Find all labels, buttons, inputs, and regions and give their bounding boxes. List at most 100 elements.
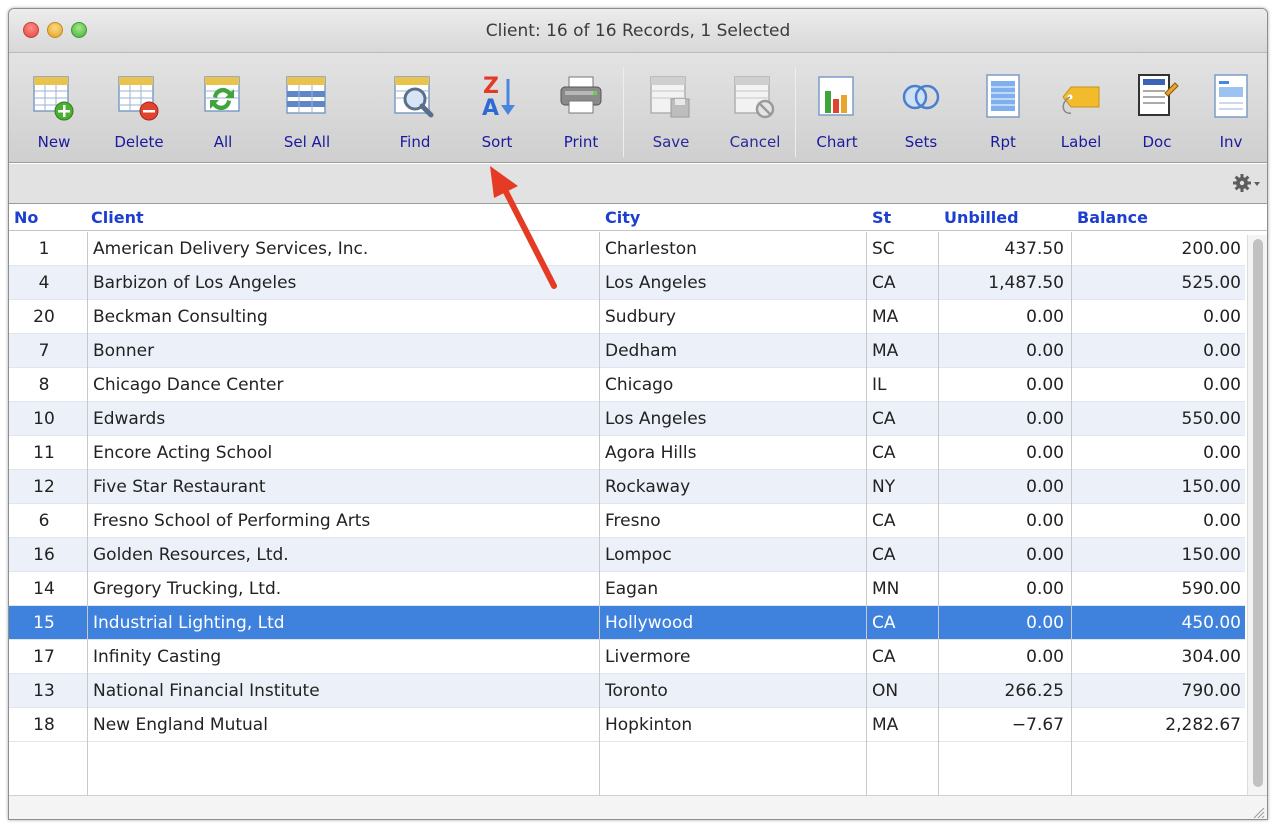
table-row[interactable]: 7 Bonner Dedham MA 0.00 0.00	[9, 334, 1245, 368]
cell-no: 8	[38, 375, 50, 395]
cell-unbilled: 0.00	[1026, 511, 1064, 531]
invoice-button-label: Inv	[1219, 133, 1243, 151]
table-row[interactable]: 17 Infinity Casting Livermore CA 0.00 304.00	[9, 640, 1245, 674]
title-bar[interactable]: Client: 16 of 16 Records, 1 Selected	[9, 9, 1267, 53]
cell-unbilled: 0.00	[1026, 443, 1064, 463]
table-row[interactable]: 20 Beckman Consulting Sudbury MA 0.00 0.00	[9, 300, 1245, 334]
resize-grip-icon[interactable]	[1251, 805, 1265, 819]
cell-city: Agora Hills	[605, 443, 697, 463]
table-row[interactable]: 11 Encore Acting School Agora Hills CA 0.00 0…	[9, 436, 1245, 470]
table-row[interactable]: 6 Fresno School of Performing Arts Fresno C…	[9, 504, 1245, 538]
cell-no: 16	[33, 545, 55, 565]
delete-button-label: Delete	[114, 133, 164, 151]
table-row[interactable]: 16 Golden Resources, Ltd. Lompoc CA 0.00 150.…	[9, 538, 1245, 572]
cell-balance: 0.00	[1203, 341, 1241, 361]
sets-icon	[902, 84, 940, 110]
cell-city: Chicago	[605, 375, 674, 395]
cell-unbilled: 0.00	[1026, 579, 1064, 599]
scrollbar-thumb[interactable]	[1253, 239, 1263, 787]
cell-balance: 0.00	[1203, 375, 1241, 395]
show-all-icon	[204, 76, 240, 112]
table-row[interactable]: 4 Barbizon of Los Angeles Los Angeles CA 1,4…	[9, 266, 1245, 300]
table-header: No Client City St Unbilled Balance	[9, 205, 1267, 231]
invoice-icon	[1214, 74, 1248, 118]
cancel-button[interactable]: Cancel	[717, 63, 793, 159]
column-header-client[interactable]: Client	[91, 208, 144, 227]
report-button[interactable]: Rpt	[965, 63, 1041, 159]
find-button-label: Find	[399, 133, 431, 151]
cell-state: CA	[872, 409, 896, 429]
column-header-city[interactable]: City	[605, 208, 640, 227]
table-row[interactable]: 13 National Financial Institute Toronto ON 2…	[9, 674, 1245, 708]
save-button[interactable]: Save	[633, 63, 709, 159]
vertical-scrollbar[interactable]	[1247, 235, 1267, 795]
new-button[interactable]: New	[16, 63, 92, 159]
cell-client: Golden Resources, Ltd.	[93, 545, 289, 565]
new-record-icon	[33, 76, 74, 121]
delete-button[interactable]: Delete	[101, 63, 177, 159]
select-all-button[interactable]: Sel All	[269, 63, 345, 159]
all-button-label: All	[213, 133, 233, 151]
doc-button-label: Doc	[1142, 133, 1172, 151]
cell-city: Livermore	[605, 647, 691, 667]
cell-state: CA	[872, 647, 896, 667]
find-button[interactable]: Find	[377, 63, 453, 159]
column-header-unbilled[interactable]: Unbilled	[944, 208, 1019, 227]
cell-balance: 150.00	[1181, 545, 1241, 565]
cell-state: ON	[872, 681, 899, 701]
cell-balance: 0.00	[1203, 511, 1241, 531]
table-row[interactable]: 10 Edwards Los Angeles CA 0.00 550.00	[9, 402, 1245, 436]
cell-state: MA	[872, 715, 899, 735]
cell-client: Chicago Dance Center	[93, 375, 284, 395]
cell-balance: 0.00	[1203, 307, 1241, 327]
cell-unbilled: −7.67	[1011, 715, 1064, 735]
print-button[interactable]: Print	[543, 63, 619, 159]
label-button-label: Label	[1060, 133, 1102, 151]
column-header-state[interactable]: St	[872, 208, 891, 227]
column-divider	[1071, 232, 1072, 797]
cell-city: Los Angeles	[605, 273, 707, 293]
select-all-icon	[286, 76, 326, 114]
cell-unbilled: 0.00	[1026, 647, 1064, 667]
label-button[interactable]: Label	[1043, 63, 1119, 159]
gear-icon[interactable]	[1231, 171, 1261, 195]
cell-state: NY	[872, 477, 896, 497]
cell-city: Rockaway	[605, 477, 691, 497]
chart-icon	[818, 76, 854, 116]
report-button-label: Rpt	[990, 133, 1016, 151]
sort-button[interactable]: Z A Sort	[459, 63, 535, 159]
cell-no: 18	[33, 715, 55, 735]
save-button-label: Save	[652, 133, 690, 151]
table-row-selected[interactable]: 15 Industrial Lighting, Ltd Hollywood CA 0.0…	[9, 606, 1245, 640]
cell-city: Dedham	[605, 341, 678, 361]
invoice-button[interactable]: Inv	[1193, 63, 1267, 159]
table-row[interactable]: 18 New England Mutual Hopkinton MA −7.67 2,28…	[9, 708, 1245, 742]
cell-unbilled: 0.00	[1026, 409, 1064, 429]
toolbar: New Delete All Sel All Find Z A Sort Pri…	[9, 53, 1267, 163]
cell-unbilled: 0.00	[1026, 545, 1064, 565]
cell-client: Barbizon of Los Angeles	[93, 273, 297, 293]
doc-button[interactable]: Doc	[1119, 63, 1195, 159]
client-window: Client: 16 of 16 Records, 1 Selected New	[8, 8, 1268, 820]
chart-button[interactable]: Chart	[799, 63, 875, 159]
cell-no: 11	[33, 443, 55, 463]
column-header-no[interactable]: No	[14, 208, 38, 227]
cancel-button-label: Cancel	[729, 133, 781, 151]
column-header-balance[interactable]: Balance	[1077, 208, 1148, 227]
cell-client: Gregory Trucking, Ltd.	[93, 579, 282, 599]
label-tag-icon	[1062, 86, 1100, 114]
cell-client: Infinity Casting	[93, 647, 222, 667]
sort-button-label: Sort	[481, 133, 513, 151]
table-row[interactable]: 12 Five Star Restaurant Rockaway NY 0.00 150.…	[9, 470, 1245, 504]
table-row[interactable]: 1 American Delivery Services, Inc. Charles…	[9, 232, 1245, 266]
table-row[interactable]: 8 Chicago Dance Center Chicago IL 0.00 0.00	[9, 368, 1245, 402]
all-button[interactable]: All	[185, 63, 261, 159]
status-footer	[9, 795, 1267, 819]
cell-no: 4	[38, 273, 50, 293]
cell-no: 6	[38, 511, 50, 531]
chart-button-label: Chart	[816, 133, 858, 151]
table-row[interactable]: 14 Gregory Trucking, Ltd. Eagan MN 0.00 590.0…	[9, 572, 1245, 606]
cell-client: National Financial Institute	[93, 681, 320, 701]
cell-balance: 150.00	[1181, 477, 1241, 497]
sets-button[interactable]: Sets	[883, 63, 959, 159]
